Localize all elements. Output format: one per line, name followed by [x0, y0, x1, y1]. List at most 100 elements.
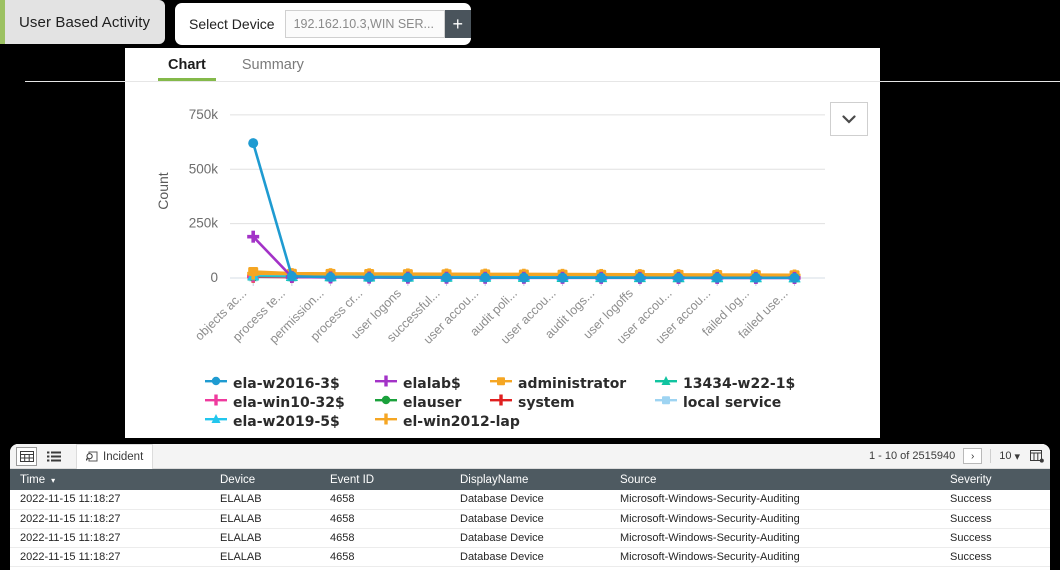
list-icon[interactable] — [43, 447, 64, 466]
table-row[interactable]: 2022-11-15 11:18:27 ELALAB 4658 Database De… — [10, 547, 1050, 567]
cell-device: ELALAB — [210, 528, 320, 548]
cell-time: 2022-11-15 11:18:27 — [10, 509, 210, 529]
page-tab-label: User Based Activity — [19, 13, 151, 31]
incident-tab-label: Incident — [103, 450, 144, 463]
cell-time: 2022-11-15 11:18:27 — [10, 490, 210, 510]
legend-item-label: system — [518, 394, 575, 411]
legend-item-label: elauser — [403, 394, 462, 411]
cell-event-id: 4658 — [320, 490, 450, 510]
cell-device: ELALAB — [210, 547, 320, 567]
table-row[interactable]: 2022-11-15 11:18:27 ELALAB 4658 Database De… — [10, 528, 1050, 548]
legend-item[interactable]: ela-w2019-5$ — [205, 412, 340, 431]
y-axis-tick-label: 250k — [189, 216, 219, 231]
legend-item[interactable]: local service — [655, 393, 781, 412]
cell-event-id: 4658 — [320, 547, 450, 567]
tab-chart[interactable]: Chart — [150, 57, 224, 81]
legend-item[interactable]: elalab$ — [375, 374, 461, 393]
legend-item-label: administrator — [518, 375, 627, 392]
chevron-down-icon-small: ▾ — [1014, 450, 1020, 463]
cell-time: 2022-11-15 11:18:27 — [10, 528, 210, 548]
list-glyph — [46, 451, 61, 461]
cell-source: Microsoft-Windows-Security-Auditing — [610, 490, 940, 510]
legend-item[interactable]: system — [490, 393, 575, 412]
plus-marker-icon — [375, 374, 397, 393]
app-root: User Based Activity Select Device + Char… — [0, 0, 1060, 570]
square-marker-icon — [490, 374, 512, 393]
col-header-displayname[interactable]: DisplayName — [450, 469, 610, 490]
cell-event-id: 4658 — [320, 509, 450, 529]
table-row[interactable]: 2022-11-15 11:18:27 ELALAB 4658 Database De… — [10, 490, 1050, 510]
grid-glyph — [19, 450, 34, 462]
cell-severity: Success — [940, 509, 1050, 529]
cell-severity: Success — [940, 528, 1050, 548]
legend-item-label: ela-w2019-5$ — [233, 413, 340, 430]
legend-item[interactable]: 13434-w22-1$ — [655, 374, 795, 393]
legend-item-label: ela-w2016-3$ — [233, 375, 340, 392]
table-row[interactable]: 2022-11-15 11:18:27 ELALAB 4658 Database De… — [10, 509, 1050, 529]
legend-row: ela-w2016-3$ elalab$ administrator 13434-w2… — [205, 374, 805, 393]
legend-item-label: el-win2012-lap — [403, 413, 520, 430]
plus-marker-icon — [375, 412, 397, 431]
chart-legend: ela-w2016-3$ elalab$ administrator 13434-w2… — [205, 374, 805, 431]
page-size-value: 10 — [999, 450, 1012, 462]
cell-display-name: Database Device — [450, 528, 610, 548]
y-axis-tick-label: 0 — [210, 270, 218, 285]
cell-source: Microsoft-Windows-Security-Auditing — [610, 547, 940, 567]
sort-indicator-icon: ▾ — [51, 475, 56, 485]
incident-tab[interactable]: Incident — [76, 444, 154, 469]
legend-item[interactable]: administrator — [490, 374, 626, 393]
legend-item[interactable]: ela-w2016-3$ — [205, 374, 340, 393]
tab-summary[interactable]: Summary — [224, 57, 322, 81]
pager-range-text: 1 - 10 of 2515940 — [868, 450, 956, 462]
add-device-button[interactable]: + — [444, 10, 471, 38]
y-axis-tick-label: 500k — [189, 161, 219, 176]
col-header-device[interactable]: Device — [210, 469, 320, 490]
star-marker-icon — [205, 412, 227, 431]
col-header-source[interactable]: Source — [610, 469, 940, 490]
search-doc-glyph — [86, 451, 98, 461]
columns-icon[interactable] — [1030, 449, 1044, 463]
col-header-event-id[interactable]: Event ID — [320, 469, 450, 490]
legend-row: ela-w2019-5$ el-win2012-lap — [205, 412, 805, 431]
legend-item[interactable]: ela-win10-32$ — [205, 393, 345, 412]
cell-source: Microsoft-Windows-Security-Auditing — [610, 528, 940, 548]
search-doc-icon — [86, 451, 98, 463]
legend-item[interactable]: elauser — [375, 393, 461, 412]
legend-item-label: local service — [683, 394, 782, 411]
events-table: Time ▾ Device Event ID DisplayName Source… — [10, 469, 1050, 567]
columns-glyph — [1030, 449, 1044, 463]
col-header-severity[interactable]: Severity — [940, 469, 1050, 490]
plus-marker-icon — [490, 393, 512, 412]
chart-series — [248, 138, 800, 283]
page-size-select[interactable]: 10 ▾ — [999, 450, 1020, 463]
circle-marker-icon — [205, 374, 227, 393]
grid-icon[interactable] — [16, 446, 37, 466]
toolbar-divider — [990, 449, 992, 463]
legend-item-label: ela-win10-32$ — [233, 394, 345, 411]
square-marker-icon — [655, 393, 677, 412]
cell-device: ELALAB — [210, 509, 320, 529]
device-selector-card: Select Device + — [175, 3, 471, 45]
cell-device: ELALAB — [210, 490, 320, 510]
cell-source: Microsoft-Windows-Security-Auditing — [610, 509, 940, 529]
circle-marker-icon — [375, 393, 397, 412]
grid-pager: 1 - 10 of 2515940 › 10 ▾ — [869, 448, 1044, 464]
cell-display-name: Database Device — [450, 547, 610, 567]
events-grid-panel: Incident 1 - 10 of 2515940 › 10 ▾ Time ▾… — [10, 444, 1050, 570]
cell-time: 2022-11-15 11:18:27 — [10, 547, 210, 567]
cell-display-name: Database Device — [450, 490, 610, 510]
select-device-label: Select Device — [189, 16, 275, 32]
plus-marker-icon — [205, 393, 227, 412]
legend-item-label: elalab$ — [403, 375, 461, 392]
legend-item[interactable]: el-win2012-lap — [375, 412, 520, 431]
tabs-divider — [25, 81, 1060, 82]
star-marker-icon — [655, 374, 677, 393]
chart-tabs: Chart Summary — [125, 48, 880, 81]
cell-severity: Success — [940, 547, 1050, 567]
next-page-button[interactable]: › — [963, 448, 983, 464]
col-header-time[interactable]: Time ▾ — [10, 469, 210, 490]
page-tab-user-based-activity[interactable]: User Based Activity — [0, 0, 165, 44]
cell-severity: Success — [940, 490, 1050, 510]
events-table-body: 2022-11-15 11:18:27 ELALAB 4658 Database De… — [10, 490, 1050, 567]
device-input[interactable] — [284, 10, 445, 38]
